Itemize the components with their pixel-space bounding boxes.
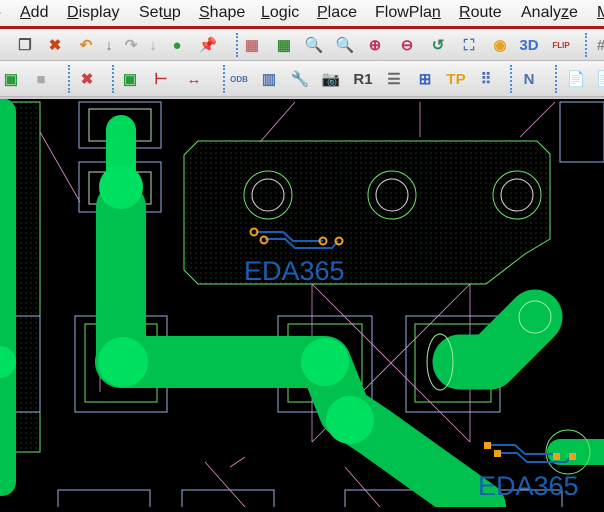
menu-bar: › Add Display Setup Shape Logic Place FlowPlan… <box>0 0 604 29</box>
redo-icon[interactable]: ↷ <box>120 34 142 56</box>
menu-label-prefix: Set <box>139 4 164 21</box>
menu-mnemonic: M <box>597 4 604 21</box>
route-icon[interactable]: N <box>518 68 540 90</box>
menu-mnemonic: S <box>199 4 210 21</box>
undo-list-icon[interactable]: ↓ <box>98 34 120 56</box>
menu-mnemonic: A <box>20 4 31 21</box>
zoom-in-icon[interactable]: ⊕ <box>364 34 386 56</box>
logo-text: EDA365 <box>244 256 345 286</box>
menu-mnemonic: u <box>163 4 172 21</box>
pin-icon[interactable]: 📌 <box>197 34 219 56</box>
copy-icon[interactable]: ❐ <box>14 34 36 56</box>
menu-label-prefix: Analy <box>521 4 562 21</box>
ratsnest-icon[interactable]: ● <box>166 34 188 56</box>
menu-setup[interactable]: Setup <box>139 4 181 22</box>
zoom-fit-icon[interactable]: 🔍 <box>334 34 356 56</box>
menu-mnemonic: z <box>561 4 570 21</box>
menu-m[interactable]: M <box>597 4 604 22</box>
menu-mnemonic: n <box>431 4 441 21</box>
menu-label-rest: ogic <box>269 4 300 21</box>
toolbar-separator <box>68 65 70 93</box>
menu-logic[interactable]: Logic <box>261 4 299 22</box>
menu-label-prefix: FlowPla <box>375 4 432 21</box>
menu-display[interactable]: Display <box>67 4 119 22</box>
toolbar-separator <box>112 65 114 93</box>
menu-label-rest: oute <box>470 4 502 21</box>
flip-icon[interactable]: FLIP <box>550 34 572 56</box>
placement-grid-icon[interactable]: ⊞ <box>414 68 436 90</box>
redraw-icon[interactable]: ◉ <box>489 34 511 56</box>
toolbar-secondary: ▣ ■ ✖ ▣ ⊢ ↔ ODB ▥ 🔧 📷 R1 ☰ ⊞ TP ⠿ N 📄 📄 <box>0 61 604 97</box>
toolbar-separator <box>555 65 557 93</box>
toolbar-separator <box>223 65 225 93</box>
menu-label-rest: isplay <box>78 4 120 21</box>
menu-label-rest: lace <box>327 4 358 21</box>
menu-mnemonic: R <box>459 4 471 21</box>
unrats-icon[interactable]: ▦ <box>241 34 263 56</box>
toolbar-separator <box>236 33 238 57</box>
measure-icon[interactable]: ↔ <box>183 68 205 90</box>
toolbar-separator <box>510 65 512 93</box>
menu-label-rest: e <box>569 4 578 21</box>
copper-shape[interactable] <box>183 140 551 285</box>
grid-icon[interactable]: # <box>590 34 604 56</box>
odb-export-icon[interactable]: ODB <box>228 68 250 90</box>
menu-label-rest: dd <box>30 4 49 21</box>
zoom-out-icon[interactable]: ⊖ <box>396 34 418 56</box>
menu-route[interactable]: Route <box>459 4 502 22</box>
menu-analyze[interactable]: Analyze <box>521 4 578 22</box>
menu-mnemonic: P <box>317 4 328 21</box>
assign-color-icon[interactable]: ▣ <box>119 68 141 90</box>
redo-list-icon[interactable]: ↓ <box>142 34 164 56</box>
menu-place[interactable]: Place <box>317 4 357 22</box>
delete-icon[interactable]: ✖ <box>44 34 66 56</box>
menu-label-rest: p <box>171 4 181 21</box>
menu-mnemonic: D <box>67 4 79 21</box>
toolbar-main: ❐✖↶↓↷↓●📌▦▦🔍🔍⊕⊖↺⛶◉3DFLIP# <box>0 29 604 61</box>
zoom-points-icon[interactable]: 🔍 <box>303 34 325 56</box>
logo-text-2: EDA365 <box>478 471 579 501</box>
document-icon[interactable]: 📄 <box>565 68 587 90</box>
testpoint-icon[interactable]: TP <box>445 68 467 90</box>
rats-all-icon[interactable]: ▦ <box>273 34 295 56</box>
document2-icon[interactable]: 📄 <box>594 68 604 90</box>
menu-mnemonic: L <box>261 4 270 21</box>
menu-flowplan[interactable]: FlowPlan <box>375 4 441 22</box>
menu-add[interactable]: Add <box>20 4 48 22</box>
library-icon[interactable]: ▥ <box>258 68 280 90</box>
shadow-icon[interactable]: ■ <box>30 68 52 90</box>
pcb-design-canvas[interactable]: EDA365 EDA365 <box>0 97 604 512</box>
zoom-previous-icon[interactable]: ↺ <box>427 34 449 56</box>
dimension-icon[interactable]: ⊢ <box>150 68 172 90</box>
menu-overflow-arrow[interactable]: › <box>0 4 1 22</box>
rename-refdes-icon[interactable]: R1 <box>352 68 374 90</box>
menu-shape[interactable]: Shape <box>199 4 245 22</box>
tools-icon[interactable]: 🔧 <box>289 68 311 90</box>
toolbar-separator <box>585 33 587 57</box>
undo-icon[interactable]: ↶ <box>75 34 97 56</box>
zoom-world-icon[interactable]: ⛶ <box>458 34 480 56</box>
unassign-color-icon[interactable]: ✖ <box>76 68 98 90</box>
menu-label-rest: hape <box>209 4 246 21</box>
3d-view-icon[interactable]: 3D <box>518 34 540 56</box>
color-icon[interactable]: ▣ <box>0 68 22 90</box>
report-icon[interactable]: ☰ <box>383 68 405 90</box>
camera-icon[interactable]: 📷 <box>320 68 342 90</box>
array-icon[interactable]: ⠿ <box>475 68 497 90</box>
